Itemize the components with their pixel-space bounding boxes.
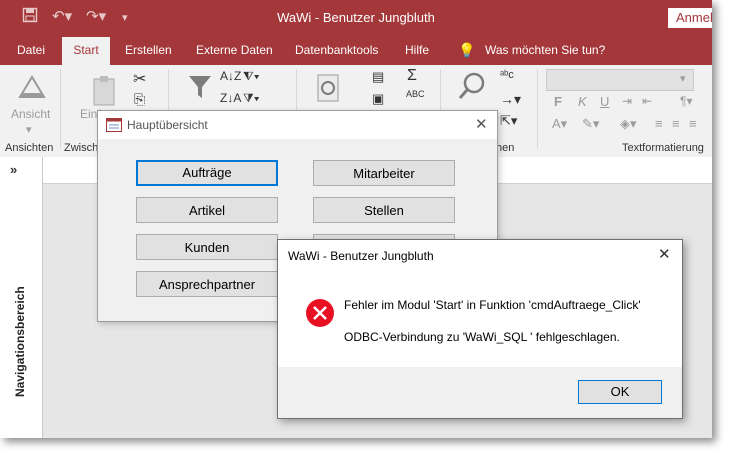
signin-button[interactable]: Anmel (668, 8, 712, 28)
totals-icon[interactable]: Σ (407, 67, 417, 85)
paragraph-direction-icon[interactable]: ¶▾ (680, 94, 692, 108)
font-color-icon[interactable]: A▾ (552, 116, 567, 132)
find-icon[interactable] (457, 71, 487, 106)
font-name-dropdown-icon[interactable]: ▾ (680, 72, 686, 85)
sort-descending-icon[interactable]: Z↓A (220, 91, 241, 105)
underline-button[interactable]: U (600, 94, 609, 109)
ribbon-tabs: Datei Start Erstellen Externe Daten Date… (0, 37, 712, 65)
stellen-button[interactable]: Stellen (313, 197, 455, 223)
replace-icon[interactable]: ᵃᵇc (500, 69, 514, 81)
selection-filter-icon[interactable]: ⧨▾ (243, 69, 260, 84)
align-left-icon[interactable]: ≡ (655, 116, 663, 131)
new-record-icon[interactable]: ▤ (372, 69, 384, 85)
lightbulb-icon: 💡 (458, 42, 476, 58)
error-message-line1: Fehler im Modul 'Start' in Funktion 'cmd… (344, 298, 641, 312)
auftraege-button[interactable]: Aufträge (136, 160, 278, 186)
decrease-indent-icon[interactable]: ⇤ (642, 94, 652, 108)
nav-pane-toggle[interactable]: » (10, 162, 17, 177)
ansprechpartner-button[interactable]: Ansprechpartner (136, 271, 278, 297)
error-message-line2: ODBC-Verbindung zu 'WaWi_SQL ' fehlgesch… (344, 330, 620, 344)
tab-datei[interactable]: Datei (17, 37, 45, 65)
main-form-title: Hauptübersicht (127, 118, 208, 132)
sort-ascending-icon[interactable]: A↓Z (220, 69, 241, 83)
close-icon[interactable]: ✕ (658, 245, 671, 263)
title-bar: ↶▾ ↷▾ ▾ WaWi - Benutzer Jungbluth Anmel (0, 0, 712, 37)
group-textformat-label: Textformatierung (622, 142, 704, 154)
refresh-all-icon[interactable] (316, 73, 342, 108)
font-name-select[interactable] (546, 69, 694, 91)
message-box-footer: OK (278, 367, 682, 418)
mitarbeiter-button[interactable]: Mitarbeiter (313, 160, 455, 186)
error-icon (305, 298, 335, 333)
goto-icon[interactable]: →▾ (500, 91, 521, 108)
filter-icon[interactable] (187, 73, 213, 106)
group-views-label: Ansichten (5, 142, 54, 154)
message-box-title: WaWi - Benutzer Jungbluth (288, 249, 434, 263)
advanced-filter-icon[interactable]: ⧩▾ (243, 91, 260, 106)
close-icon[interactable]: ✕ (475, 115, 488, 133)
group-find-label: hen (496, 142, 515, 154)
select-icon[interactable]: ⇱▾ (500, 113, 517, 129)
nav-pane-label: Navigationsbereich (13, 286, 27, 397)
bold-button[interactable]: F (554, 94, 562, 109)
main-form-titlebar: Hauptübersicht ✕ (98, 111, 497, 139)
align-right-icon[interactable]: ≡ (689, 116, 697, 131)
tab-externe-daten[interactable]: Externe Daten (196, 37, 273, 65)
form-icon (106, 118, 122, 135)
save-record-icon[interactable]: ▣ (372, 91, 384, 107)
tell-me-search[interactable]: Was möchten Sie tun? (485, 37, 605, 65)
view-icon[interactable] (17, 73, 47, 106)
ok-button[interactable]: OK (578, 380, 662, 404)
error-message-box: WaWi - Benutzer Jungbluth ✕ Fehler im Mo… (277, 239, 683, 419)
copy-icon[interactable]: ⎘ (134, 91, 145, 108)
window-title: WaWi - Benutzer Jungbluth (277, 10, 435, 25)
navigation-pane: » Navigationsbereich (0, 157, 43, 438)
view-button-label[interactable]: Ansicht (11, 107, 50, 121)
cut-icon[interactable]: ✂ (133, 69, 146, 89)
highlight-icon[interactable]: ✎▾ (582, 116, 599, 132)
spelling-icon[interactable]: ABC (406, 89, 425, 99)
align-center-icon[interactable]: ≡ (672, 116, 680, 131)
tab-erstellen[interactable]: Erstellen (125, 37, 172, 65)
tab-hilfe[interactable]: Hilfe (405, 37, 429, 65)
group-clipboard-label: Zwisch (64, 142, 99, 154)
tab-start[interactable]: Start (62, 37, 110, 65)
tab-datenbanktools[interactable]: Datenbanktools (295, 37, 378, 65)
view-dropdown-icon[interactable]: ▾ (26, 123, 32, 136)
artikel-button[interactable]: Artikel (136, 197, 278, 223)
background-color-icon[interactable]: ◈▾ (620, 116, 637, 132)
ribbon-divider (537, 69, 538, 149)
increase-indent-icon[interactable]: ⇥ (622, 94, 632, 108)
kunden-button[interactable]: Kunden (136, 234, 278, 260)
italic-button[interactable]: K (578, 94, 587, 109)
ribbon-divider (60, 69, 61, 149)
